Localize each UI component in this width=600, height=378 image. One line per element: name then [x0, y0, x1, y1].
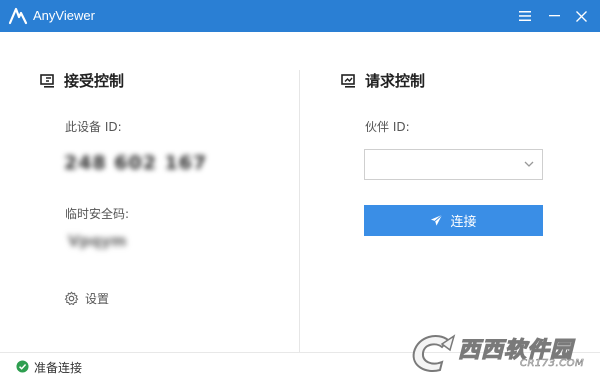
chevron-down-icon[interactable]: [524, 161, 534, 168]
partner-id-input[interactable]: [364, 149, 543, 180]
app-title: AnyViewer: [33, 8, 95, 23]
watermark-sub: CR173.COM: [520, 358, 585, 370]
anyviewer-logo-icon: [8, 7, 28, 25]
connect-label: 连接: [450, 215, 477, 230]
title-bar: AnyViewer: [0, 0, 600, 32]
panel-divider: [299, 70, 300, 352]
connect-button[interactable]: 连接: [364, 205, 543, 236]
menu-icon: [519, 11, 531, 21]
watermark-logo-icon: [412, 334, 456, 372]
status-text: 准备连接: [34, 361, 83, 375]
watermark: 西西软件园 CR173.COM: [402, 330, 600, 378]
check-circle-icon: [16, 360, 29, 373]
receive-control-title: 接受控制: [64, 72, 125, 90]
device-id-label: 此设备 ID:: [65, 120, 122, 134]
request-control-title: 请求控制: [365, 72, 426, 90]
menu-button[interactable]: [510, 0, 540, 32]
partner-id-label: 伙伴 ID:: [365, 120, 410, 134]
device-id-value[interactable]: 248 602 167: [64, 152, 207, 174]
temp-code-label: 临时安全码:: [65, 207, 130, 221]
settings-button[interactable]: 设置: [64, 289, 109, 307]
settings-label: 设置: [85, 291, 110, 306]
gear-icon: [64, 291, 79, 305]
remote-screen-icon: [40, 74, 54, 88]
control-screen-icon: [341, 74, 355, 88]
close-icon: [575, 10, 587, 22]
send-icon: [431, 214, 443, 226]
minimize-icon: [548, 15, 560, 17]
close-button[interactable]: [566, 0, 596, 32]
temp-code-value[interactable]: Vpqym: [68, 232, 127, 250]
minimize-button[interactable]: [539, 0, 569, 32]
